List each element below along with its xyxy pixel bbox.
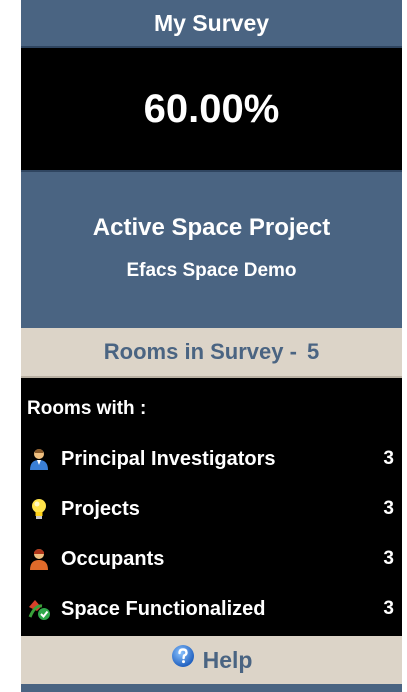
- functionalized-check-icon: [27, 596, 51, 622]
- active-project-box: Active Space Project Efacs Space Demo: [21, 170, 402, 328]
- survey-percent-box: 60.00%: [21, 48, 402, 170]
- help-button[interactable]: Help: [21, 636, 402, 684]
- rooms-with-item-value: 3: [383, 598, 394, 619]
- survey-percent: 60.00%: [143, 86, 280, 131]
- rooms-with-item-occupants[interactable]: Occupants 3: [21, 542, 402, 576]
- rooms-with-label: Rooms with :: [27, 398, 147, 419]
- help-label: Help: [202, 646, 253, 673]
- rooms-with-item-value: 3: [383, 498, 394, 519]
- survey-title: My Survey: [153, 9, 270, 36]
- rooms-in-survey-count: 5: [306, 339, 320, 364]
- rooms-with-section: Rooms with : Principal Investigators 3 P…: [21, 380, 402, 636]
- survey-header: My Survey: [21, 0, 402, 48]
- rooms-in-survey-bar: Rooms in Survey - 5: [21, 328, 402, 378]
- rooms-with-item-label: Projects: [61, 497, 140, 520]
- rooms-in-survey-label: Rooms in Survey -: [103, 339, 297, 364]
- rooms-with-item-principal-investigators[interactable]: Principal Investigators 3: [21, 442, 402, 476]
- rooms-with-item-value: 3: [383, 448, 394, 469]
- active-project-name: Efacs Space Demo: [126, 260, 297, 281]
- active-project-title: Active Space Project: [92, 214, 331, 241]
- rooms-with-item-label: Principal Investigators: [61, 447, 276, 470]
- rooms-with-item-label: Occupants: [61, 547, 165, 570]
- person-icon: [27, 446, 51, 472]
- person-icon: [27, 546, 51, 572]
- survey-panel: My Survey 60.00% Active Space Project Ef…: [21, 0, 402, 692]
- help-icon: [171, 644, 195, 668]
- panel-bottom-bar: [21, 684, 402, 692]
- rooms-with-item-space-functionalized[interactable]: Space Functionalized 3: [21, 592, 402, 626]
- rooms-with-item-label: Space Functionalized: [61, 597, 266, 620]
- lightbulb-icon: [27, 496, 51, 522]
- rooms-with-item-projects[interactable]: Projects 3: [21, 492, 402, 526]
- rooms-with-item-value: 3: [383, 548, 394, 569]
